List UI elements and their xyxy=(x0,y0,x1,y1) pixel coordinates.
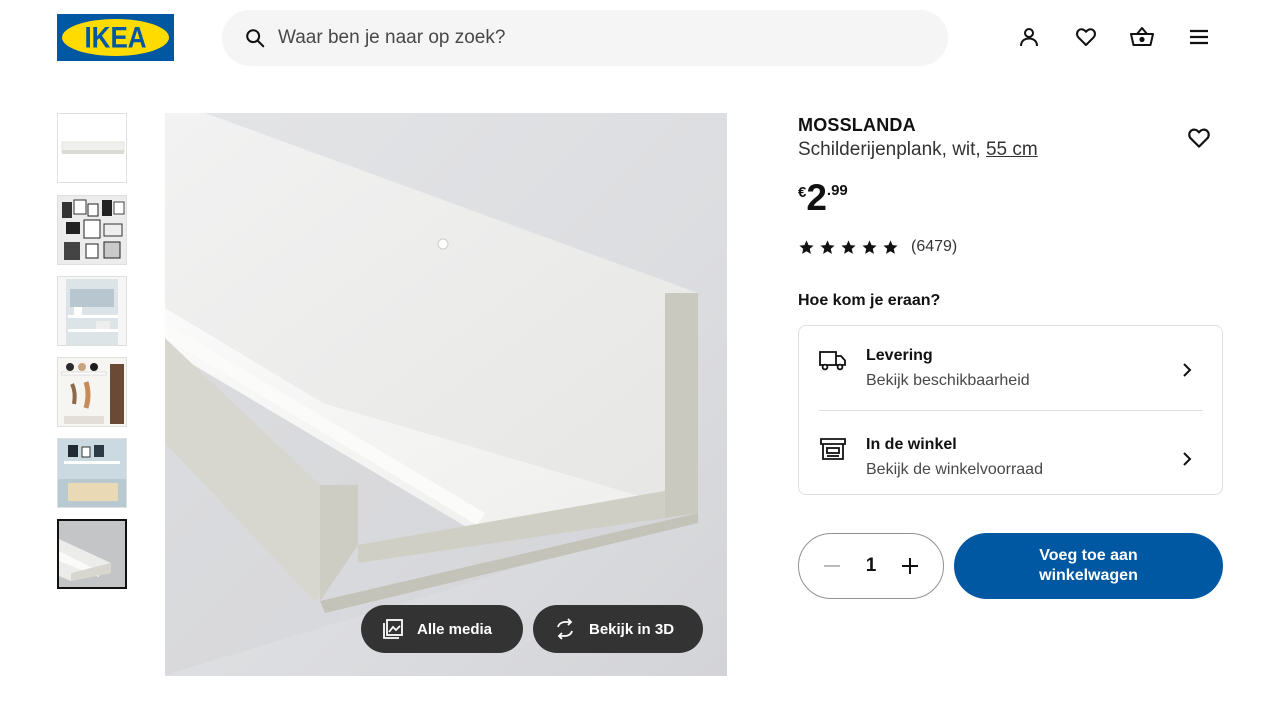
add-to-cart-button[interactable]: Voeg toe aan winkelwagen xyxy=(954,533,1223,599)
delivery-title: Levering xyxy=(866,347,933,364)
store-title: In de winkel xyxy=(866,436,957,453)
gallery-icon xyxy=(383,619,403,639)
user-icon[interactable] xyxy=(1016,24,1042,50)
star-icon xyxy=(799,239,814,254)
chevron-right-icon xyxy=(1183,363,1192,377)
search-icon xyxy=(246,29,265,48)
availability-box: Levering Bekijk beschikbaarheid In de wi… xyxy=(798,325,1223,495)
size-link[interactable]: 55 cm xyxy=(986,139,1038,160)
decrease-button[interactable] xyxy=(819,553,845,579)
quantity-value[interactable]: 1 xyxy=(866,555,877,577)
truck-icon xyxy=(819,351,846,371)
store-subtitle: Bekijk de winkelvoorraad xyxy=(866,461,1043,478)
logo-text: IKEA xyxy=(84,19,147,55)
quantity-stepper: 1 xyxy=(798,533,944,599)
all-media-label: Alle media xyxy=(417,620,493,638)
ikea-logo[interactable]: IKEA xyxy=(57,14,174,61)
search-input[interactable] xyxy=(278,27,878,49)
price-currency: € xyxy=(798,184,807,201)
star-icon xyxy=(862,239,877,254)
thumbnail-6[interactable] xyxy=(57,519,127,589)
view-3d-button[interactable]: Bekijk in 3D xyxy=(533,605,703,653)
store-option[interactable]: In de winkel Bekijk de winkelvoorraad xyxy=(799,415,1222,493)
plus-icon xyxy=(901,558,918,574)
view-3d-label: Bekijk in 3D xyxy=(589,620,675,638)
product-name: MOSSLANDA xyxy=(798,115,916,135)
star-icon xyxy=(820,239,835,254)
logo-oval: IKEA xyxy=(62,19,169,56)
thumbnail-2[interactable] xyxy=(57,195,127,265)
rating[interactable]: (6479) xyxy=(798,238,957,256)
price-integer: 2 xyxy=(806,177,827,218)
increase-button[interactable] xyxy=(897,553,923,579)
rating-stars xyxy=(798,239,899,256)
all-media-button[interactable]: Alle media xyxy=(361,605,523,653)
price: € 2 .99 xyxy=(798,178,848,218)
delivery-subtitle: Bekijk beschikbaarheid xyxy=(866,372,1030,389)
rotate-3d-icon xyxy=(557,618,573,640)
favorite-heart-icon[interactable] xyxy=(1186,125,1212,151)
price-decimal: .99 xyxy=(826,182,848,199)
thumbnail-3[interactable] xyxy=(57,276,127,346)
product-description-text: Schilderijenplank, wit, xyxy=(798,139,981,160)
search-bar[interactable] xyxy=(222,10,948,66)
thumbnail-1[interactable] xyxy=(57,113,127,183)
store-icon xyxy=(820,438,846,460)
heart-icon[interactable] xyxy=(1073,24,1099,50)
main-product-image[interactable] xyxy=(165,113,727,676)
delivery-option[interactable]: Levering Bekijk beschikbaarheid xyxy=(799,326,1222,404)
star-icon xyxy=(841,239,856,254)
menu-icon[interactable] xyxy=(1186,24,1212,50)
thumbnail-5[interactable] xyxy=(57,438,127,508)
minus-icon xyxy=(824,565,840,567)
divider xyxy=(819,410,1203,411)
rating-count: (6479) xyxy=(911,238,958,255)
basket-icon[interactable] xyxy=(1129,24,1155,50)
star-icon xyxy=(883,239,898,254)
availability-heading: Hoe kom je eraan? xyxy=(798,292,941,309)
product-description: Schilderijenplank, wit, 55 cm xyxy=(798,139,1038,161)
thumbnail-4[interactable] xyxy=(57,357,127,427)
chevron-right-icon xyxy=(1183,452,1192,466)
